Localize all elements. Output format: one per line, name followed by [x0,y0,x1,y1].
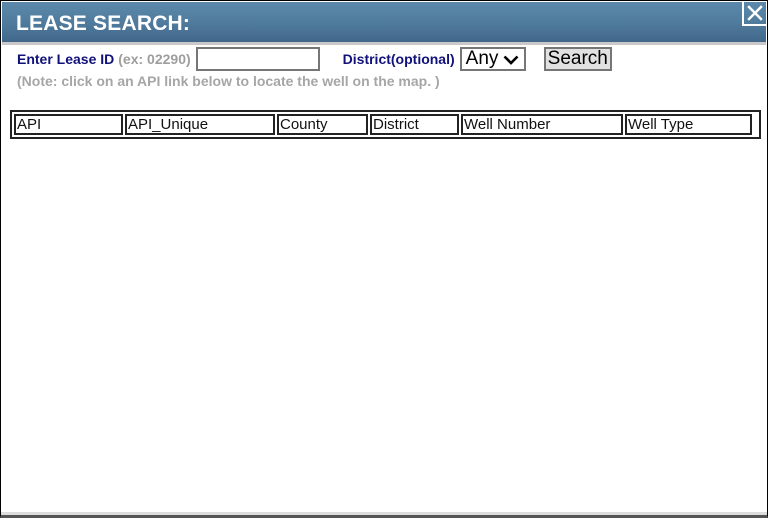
column-header-district: District [370,114,459,135]
results-table: API API_Unique County District Well Numb… [10,110,761,139]
map-note: (Note: click on an API link below to loc… [17,73,440,89]
column-header-api-unique: API_Unique [125,114,275,135]
district-label: District(optional) [342,51,455,67]
lease-id-hint: (ex: 02290) [118,51,191,67]
district-selected-value: Any [465,48,499,69]
dialog-title: LEASE SEARCH: [16,12,191,35]
search-form: Enter Lease ID (ex: 02290) District(opti… [17,45,612,73]
dialog-body: LEASE SEARCH: Enter Lease ID (ex: 02290)… [1,1,767,515]
district-select[interactable]: Any [459,47,526,71]
titlebar: LEASE SEARCH: [2,2,766,45]
lease-search-dialog: LEASE SEARCH: Enter Lease ID (ex: 02290)… [0,0,768,518]
column-header-well-number: Well Number [461,114,623,135]
lease-id-label: Enter Lease ID [17,51,115,67]
column-header-well-type: Well Type [625,114,752,135]
lease-id-input[interactable] [195,47,320,71]
column-header-county: County [277,114,368,135]
column-header-api: API [14,114,123,135]
search-button[interactable]: Search [543,47,612,71]
close-button[interactable] [742,2,766,26]
chevron-down-icon [503,55,519,65]
close-x-icon [747,5,763,21]
